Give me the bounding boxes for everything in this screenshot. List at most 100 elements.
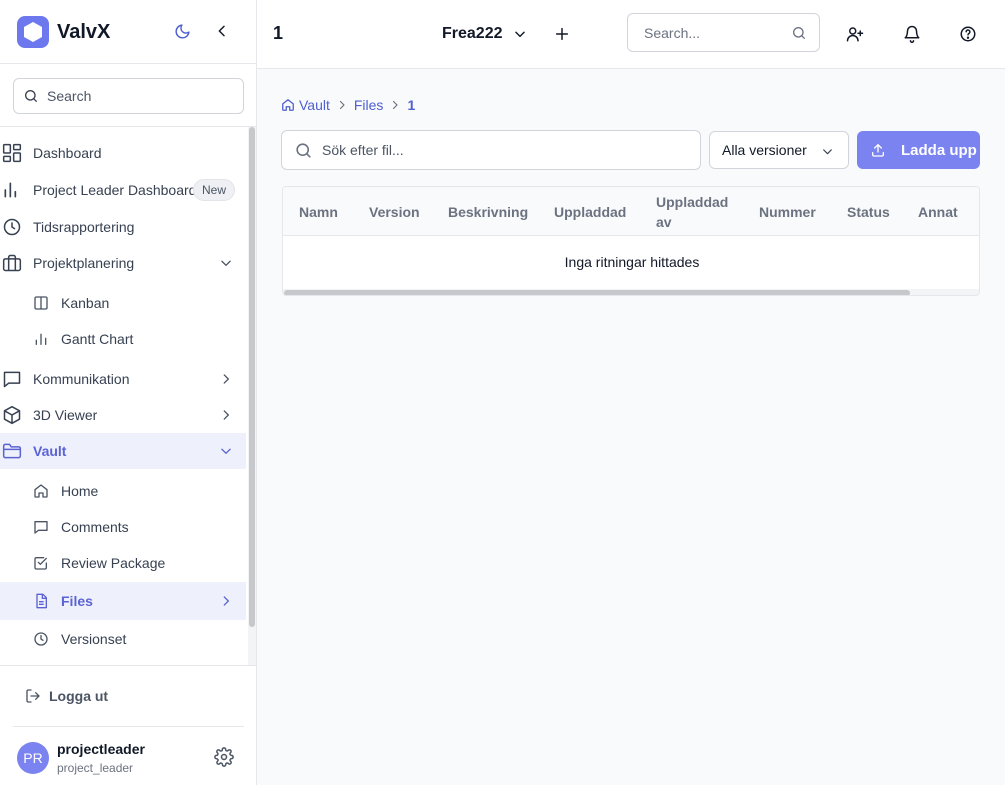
sidebar-item-kanban[interactable]: Kanban [0, 285, 246, 321]
column-header-nummer[interactable]: Nummer [759, 187, 816, 236]
dashboard-icon [2, 143, 22, 163]
help-button[interactable] [956, 22, 980, 46]
moon-icon [175, 23, 190, 38]
brand-name: ValvX [57, 20, 111, 43]
sidebar-item-label: Project Leader Dashboard [33, 182, 197, 198]
upload-label: Ladda upp [901, 141, 977, 159]
table-scrollbar-thumb[interactable] [284, 290, 910, 295]
sidebar-item-label: Files [61, 593, 93, 609]
home-icon [34, 484, 48, 498]
sidebar-item-dashboard[interactable]: Dashboard [0, 135, 246, 171]
sidebar-divider [0, 63, 256, 64]
sidebar-item-label: Projektplanering [33, 255, 135, 271]
collapse-sidebar-button[interactable] [208, 17, 236, 45]
sidebar-item-comments[interactable]: Comments [0, 509, 246, 545]
file-search-input[interactable] [322, 142, 662, 158]
theme-toggle-button[interactable] [168, 17, 196, 45]
add-user-button[interactable] [843, 22, 867, 46]
sidebar-divider [13, 726, 244, 727]
global-search[interactable] [627, 13, 820, 52]
logout-label: Logga ut [49, 688, 109, 704]
top-bar: 1 Frea222 [257, 0, 1005, 69]
column-header-beskrivning[interactable]: Beskrivning [448, 187, 528, 236]
plus-icon [555, 27, 569, 41]
user-name: projectleader [57, 741, 145, 757]
column-header-status[interactable]: Status [847, 187, 890, 236]
sidebar-item-kommunikation[interactable]: Kommunikation [0, 361, 246, 397]
add-project-button[interactable] [550, 22, 574, 46]
user-role: project_leader [57, 761, 134, 775]
bar-chart-icon [35, 333, 47, 345]
sidebar-item-versionset[interactable]: Versionset [0, 621, 246, 657]
sidebar-item-vault[interactable]: Vault [0, 433, 246, 469]
kanban-icon [34, 296, 48, 310]
sidebar-item-label: Versionset [61, 631, 127, 647]
files-table: Namn Version Beskrivning Uppladdad Uppla… [282, 186, 980, 296]
chevron-down-icon [514, 31, 525, 38]
sidebar-item-review-package[interactable]: Review Package [0, 545, 246, 581]
valvx-logo-icon [17, 16, 49, 48]
search-icon [296, 142, 311, 158]
bell-icon [904, 25, 920, 43]
sidebar-item-home[interactable]: Home [0, 473, 246, 509]
clock-icon [3, 218, 21, 236]
breadcrumb: Vault Files 1 [281, 96, 415, 114]
chevron-right-icon [223, 596, 229, 606]
sidebar-item-label: Home [61, 483, 99, 499]
chevron-right-icon [223, 410, 229, 420]
checkbox-icon [34, 557, 47, 570]
column-header-namn[interactable]: Namn [299, 187, 338, 236]
page-title: 1 [273, 23, 284, 43]
notifications-button[interactable] [900, 22, 924, 46]
sidebar-item-label: Kommunikation [33, 371, 130, 387]
sidebar-item-files[interactable]: Files [0, 582, 246, 620]
chevron-right-icon [223, 374, 229, 384]
chevron-left-icon [218, 25, 225, 37]
column-header-uppladdad[interactable]: Uppladdad [554, 187, 626, 236]
breadcrumb-current: 1 [407, 97, 415, 113]
breadcrumb-vault[interactable]: Vault [281, 97, 330, 113]
bar-chart-icon [4, 182, 17, 198]
table-header: Namn Version Beskrivning Uppladdad Uppla… [283, 187, 979, 236]
user-profile[interactable]: PR projectleader project_leader [17, 741, 247, 777]
upload-button[interactable]: Ladda upp [857, 131, 980, 169]
gear-icon[interactable] [214, 747, 234, 767]
sidebar-item-tidsrapportering[interactable]: Tidsrapportering [0, 209, 246, 245]
sidebar-scrollbar[interactable] [248, 127, 256, 665]
sidebar-item-label: Comments [61, 519, 129, 535]
file-icon [36, 593, 47, 609]
sidebar-item-3d-viewer[interactable]: 3D Viewer [0, 397, 246, 433]
brand[interactable]: ValvX [17, 16, 110, 48]
upload-icon [872, 144, 884, 157]
logout-button[interactable]: Logga ut [25, 686, 108, 706]
chevron-down-icon [221, 448, 231, 454]
column-header-version[interactable]: Version [369, 187, 420, 236]
cube-icon [3, 405, 21, 425]
empty-state-message: Inga ritningar hittades [564, 254, 700, 270]
file-search[interactable] [281, 130, 701, 170]
folder-icon [2, 443, 22, 459]
search-icon [793, 27, 805, 39]
project-selector[interactable]: Frea222 [442, 22, 527, 46]
version-filter-value: Alla versioner [722, 142, 807, 158]
sidebar-item-projektplanering[interactable]: Projektplanering [0, 245, 246, 281]
sidebar-search-input[interactable] [47, 88, 227, 104]
sidebar-scrollbar-thumb[interactable] [249, 127, 255, 627]
avatar: PR [17, 742, 49, 774]
chevron-right-icon [389, 99, 401, 111]
sidebar: ValvX Dashboard Project Leader Dashboard… [0, 0, 257, 785]
global-search-input[interactable] [644, 24, 784, 41]
breadcrumb-label: 1 [407, 97, 416, 113]
home-icon [282, 99, 294, 111]
breadcrumb-files[interactable]: Files [354, 97, 384, 113]
sidebar-item-project-leader-dashboard[interactable]: Project Leader Dashboard New [0, 172, 246, 208]
column-header-annat[interactable]: Annat [918, 187, 958, 236]
sidebar-search[interactable] [13, 78, 244, 114]
sidebar-item-label: Tidsrapportering [33, 219, 135, 235]
sidebar-item-gantt-chart[interactable]: Gantt Chart [0, 321, 246, 357]
version-filter-select[interactable]: Alla versioner [709, 131, 849, 169]
breadcrumb-label: Vault [299, 97, 330, 113]
chevron-down-icon [221, 260, 231, 266]
column-header-uppladdad-av[interactable]: Uppladdad av [656, 187, 736, 236]
table-horizontal-scrollbar[interactable] [283, 289, 979, 295]
